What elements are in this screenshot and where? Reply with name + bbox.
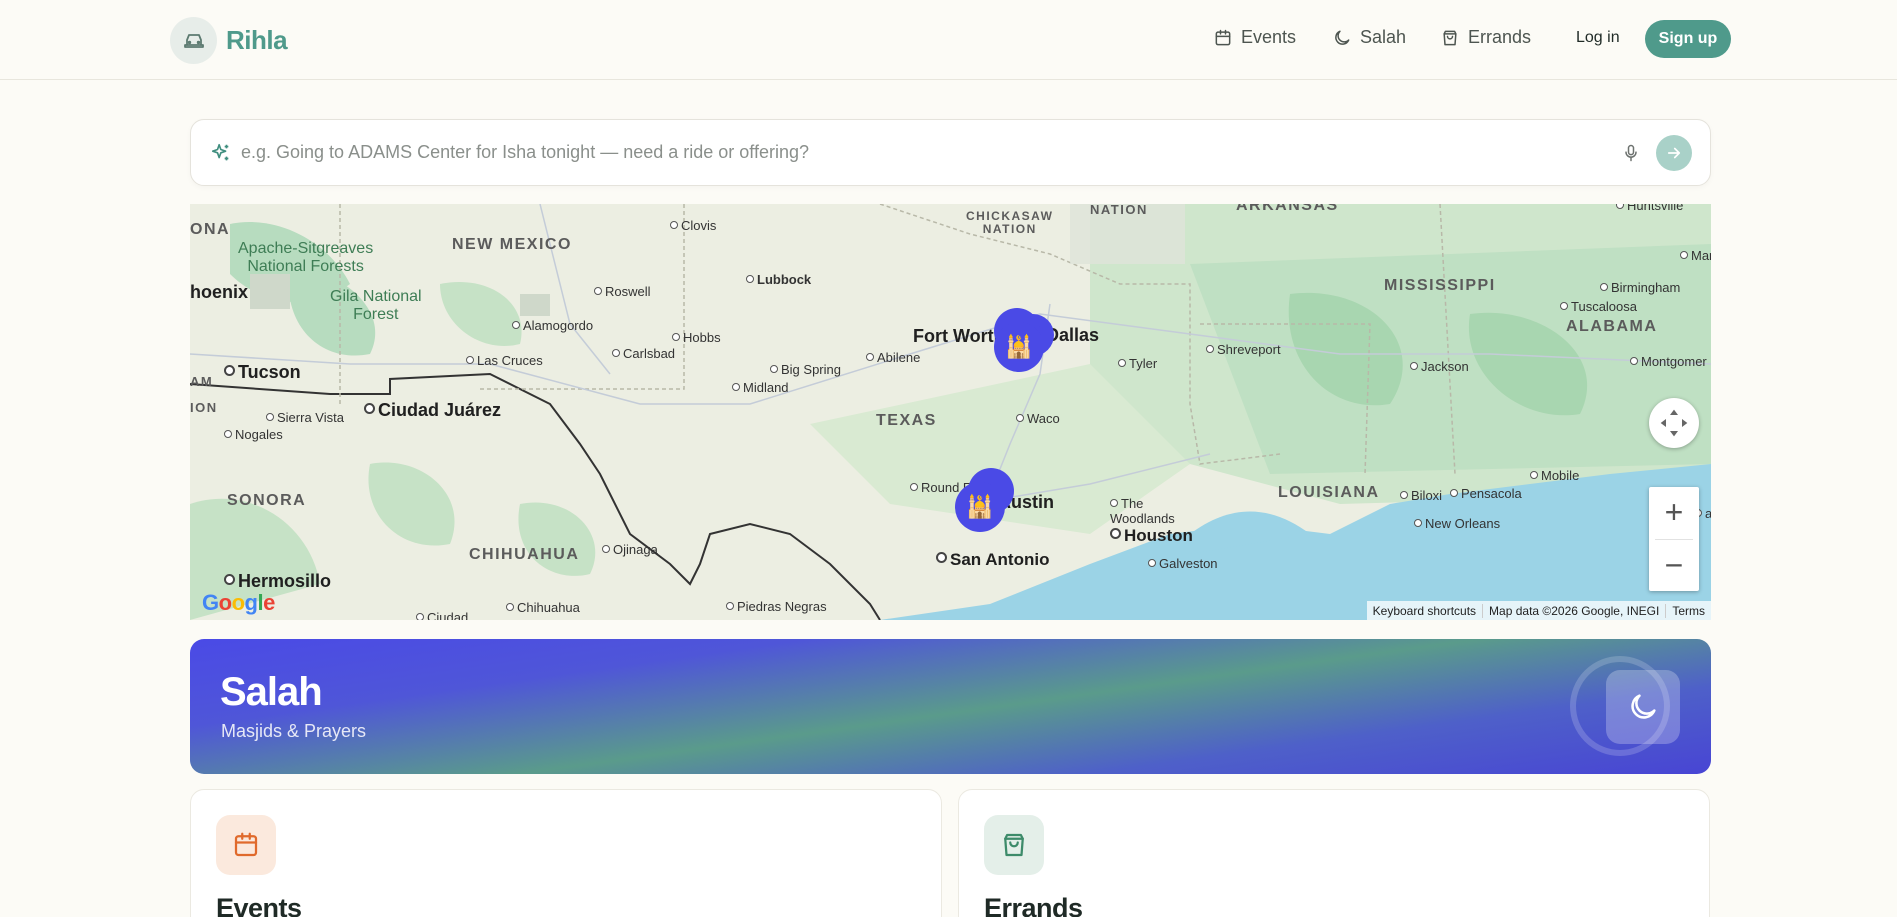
map-label-forest: Gila National Forest <box>330 288 422 323</box>
sparkle-icon <box>211 143 229 161</box>
map-label-city: Shreveport <box>1206 342 1281 357</box>
map-data-credit: Map data ©2026 Google, INEGI <box>1482 603 1665 618</box>
map-label-city: Galveston <box>1148 556 1218 571</box>
login-link[interactable]: Log in <box>1576 29 1620 47</box>
salah-banner-subtitle: Masjids & Prayers <box>221 721 367 741</box>
map-label-forest: Apache-Sitgreaves National Forests <box>238 240 374 275</box>
submit-button[interactable] <box>1656 135 1692 171</box>
map-label-city: Abilene <box>866 350 920 365</box>
shopping-bag-icon <box>984 815 1044 875</box>
map-label-state: ONA <box>190 221 231 238</box>
map-label-city: Ojinaga <box>602 542 658 557</box>
map-label-state: CHICKASAW NATION <box>966 209 1054 236</box>
map-label-city: Piedras Negras <box>726 599 827 614</box>
map-label-city: Chihuahua <box>506 600 580 615</box>
map-label-city: Big Spring <box>770 362 841 377</box>
map-label-state: ARKANSAS <box>1236 204 1339 214</box>
map-label-city: Waco <box>1016 411 1060 426</box>
map-label-city: Sierra Vista <box>266 410 344 425</box>
map-label-city: Nogales <box>224 427 283 442</box>
map-label-city: Las Cruces <box>466 353 543 368</box>
nav-salah-label: Salah <box>1360 27 1407 47</box>
signup-button[interactable]: Sign up <box>1645 20 1731 58</box>
map-zoom-controls: + − <box>1649 487 1699 591</box>
google-logo[interactable]: Google <box>202 590 275 616</box>
ride-search-box[interactable]: e.g. Going to ADAMS Center for Isha toni… <box>190 119 1711 186</box>
map-label-state: NEW MEXICO <box>452 236 572 253</box>
map-label-city: Hobbs <box>672 330 721 345</box>
map-view[interactable]: ONA NEW MEXICO Apache-Sitgreaves National… <box>190 204 1711 620</box>
microphone-icon[interactable] <box>1621 142 1641 164</box>
map-label-city: Biloxi <box>1400 488 1442 503</box>
nav-errands[interactable]: Errands <box>1440 27 1531 48</box>
terms-link[interactable]: Terms <box>1665 603 1711 618</box>
nav-salah[interactable]: Salah <box>1332 27 1406 48</box>
map-label-city: Roswell <box>594 284 651 299</box>
errands-card-title: Errands <box>984 893 1083 917</box>
map-label-state: MISSISSIPPI <box>1384 277 1496 294</box>
app-logo[interactable]: Rihla <box>170 17 288 64</box>
map-label-city: Midland <box>732 380 789 395</box>
map-label-city: Birmingham <box>1600 280 1680 295</box>
pan-arrows-icon <box>1660 409 1688 437</box>
errands-card[interactable]: Errands <box>958 789 1710 917</box>
map-label-city: Mobile <box>1530 468 1579 483</box>
moon-icon <box>1335 30 1350 45</box>
map-label-state: AM <box>190 374 214 389</box>
keyboard-shortcuts-link[interactable]: Keyboard shortcuts <box>1367 604 1482 618</box>
events-card[interactable]: Events <box>190 789 942 917</box>
map-label-city: Clovis <box>670 218 716 233</box>
mosque-marker-austin[interactable]: 🕌 <box>955 482 1005 532</box>
zoom-in-button[interactable]: + <box>1649 487 1699 539</box>
arrow-right-icon <box>1667 147 1681 159</box>
map-label-city: Pensacola <box>1450 486 1522 501</box>
car-icon <box>170 17 217 64</box>
search-input[interactable]: e.g. Going to ADAMS Center for Isha toni… <box>241 142 809 163</box>
nav-errands-label: Errands <box>1468 27 1532 47</box>
map-label-city: San Antonio <box>936 550 1049 570</box>
map-attribution: Keyboard shortcuts Map data ©2026 Google… <box>1366 601 1711 620</box>
map-label-state: SONORA <box>227 492 307 509</box>
map-label-city: Tyler <box>1118 356 1157 371</box>
salah-banner-title: Salah <box>220 670 323 714</box>
map-label-state: TEXAS <box>876 412 937 429</box>
map-label-city: Houston <box>1110 526 1193 546</box>
zoom-out-button[interactable]: − <box>1649 539 1699 591</box>
salah-banner[interactable]: Salah Masjids & Prayers <box>190 639 1711 774</box>
map-label-city: New Orleans <box>1414 516 1500 531</box>
map-label-city: Fort Worth <box>913 326 1005 346</box>
map-label-state: ALABAMA <box>1566 318 1658 335</box>
map-label-city: Marie <box>1680 248 1711 263</box>
map-label-city: Hermosillo <box>224 571 331 592</box>
map-label-city: The Woodlands <box>1110 496 1175 526</box>
map-label-city: Jackson <box>1410 359 1469 374</box>
map-label-city: Tuscaloosa <box>1560 299 1637 314</box>
map-label-city: Huntsville <box>1616 204 1683 213</box>
map-label-city: Tucson <box>224 362 301 383</box>
calendar-icon <box>216 815 276 875</box>
map-label-city: Lubbock <box>746 272 811 287</box>
mosque-marker-fort-worth[interactable]: 🕌 <box>994 322 1044 372</box>
map-label-state: LOUISIANA <box>1278 484 1380 501</box>
events-card-title: Events <box>216 893 302 917</box>
map-label-state: ION <box>190 400 218 415</box>
calendar-icon <box>1215 29 1231 45</box>
nav-events[interactable]: Events <box>1213 27 1296 48</box>
map-label-city: Alamogordo <box>512 318 593 333</box>
map-label-city: Carlsbad <box>612 346 675 361</box>
map-fullscreen-button[interactable] <box>1649 398 1699 448</box>
app-name: Rihla <box>226 25 288 55</box>
map-label-state: NATION <box>1090 204 1148 217</box>
moon-icon <box>1606 670 1680 744</box>
map-label-state: CHIHUAHUA <box>469 546 580 563</box>
top-nav-bar: Rihla Events Salah Errands Log in Sign u… <box>0 0 1897 80</box>
map-label-city: Montgomer <box>1630 354 1707 369</box>
map-label-city: Ciudad <box>416 610 468 620</box>
map-label-city: Ciudad Juárez <box>364 400 501 421</box>
nav-events-label: Events <box>1241 27 1297 47</box>
map-label-city: hoenix <box>190 282 249 302</box>
shopping-bag-icon <box>1443 30 1457 45</box>
